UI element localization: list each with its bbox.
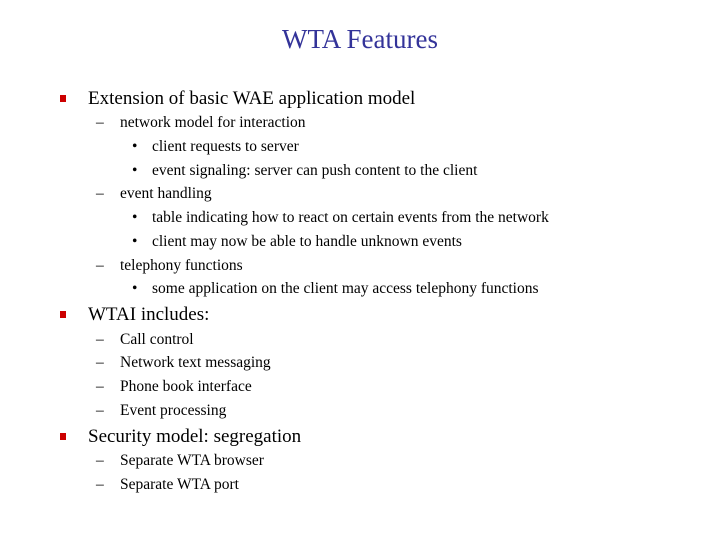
bullet-text: Extension of basic WAE application model — [88, 88, 416, 109]
sub-sub-bullet-text: table indicating how to react on certain… — [152, 209, 549, 226]
sub-bullet: – Separate WTA port — [96, 476, 239, 494]
sub-bullet-text: Phone book interface — [120, 378, 252, 395]
sub-bullet-text: Event processing — [120, 402, 227, 419]
dot-icon: • — [132, 162, 138, 179]
dash-icon: – — [96, 185, 104, 202]
square-bullet-icon — [60, 311, 66, 318]
dot-icon: • — [132, 280, 138, 297]
dash-icon: – — [96, 331, 104, 348]
sub-sub-bullet: • event signaling: server can push conten… — [132, 162, 478, 180]
bullet-text: Security model: segregation — [88, 426, 302, 447]
bullet-security-model: Security model: segregation — [60, 426, 302, 448]
square-bullet-icon — [60, 95, 66, 102]
square-bullet-icon — [60, 433, 66, 440]
sub-sub-bullet-text: event signaling: server can push content… — [152, 162, 478, 179]
sub-sub-bullet: • client may now be able to handle unknow… — [132, 233, 462, 251]
sub-sub-bullet: • client requests to server — [132, 138, 299, 156]
sub-bullet: – network model for interaction — [96, 114, 306, 132]
sub-bullet-text: event handling — [120, 185, 212, 202]
dash-icon: – — [96, 402, 104, 419]
bullet-text: WTAI includes: — [88, 304, 210, 325]
sub-bullet-text: Separate WTA port — [120, 476, 239, 493]
sub-bullet-text: Call control — [120, 331, 194, 348]
dash-icon: – — [96, 354, 104, 371]
bullet-wtai-includes: WTAI includes: — [60, 304, 210, 326]
sub-bullet-text: Separate WTA browser — [120, 452, 264, 469]
dash-icon: – — [96, 378, 104, 395]
sub-sub-bullet-text: client requests to server — [152, 138, 299, 155]
bullet-wae-extension: Extension of basic WAE application model — [60, 88, 416, 110]
sub-sub-bullet-text: client may now be able to handle unknown… — [152, 233, 462, 250]
sub-bullet-text: Network text messaging — [120, 354, 271, 371]
dot-icon: • — [132, 138, 138, 155]
dash-icon: – — [96, 452, 104, 469]
dash-icon: – — [96, 114, 104, 131]
sub-sub-bullet: • table indicating how to react on certai… — [132, 209, 549, 227]
sub-bullet: – Network text messaging — [96, 354, 271, 372]
dash-icon: – — [96, 257, 104, 274]
sub-bullet: – Separate WTA browser — [96, 452, 264, 470]
dot-icon: • — [132, 209, 138, 226]
sub-bullet: – Event processing — [96, 402, 227, 420]
sub-sub-bullet: • some application on the client may acce… — [132, 280, 539, 298]
dot-icon: • — [132, 233, 138, 250]
sub-bullet: – telephony functions — [96, 257, 243, 275]
sub-bullet: – event handling — [96, 185, 212, 203]
slide-title: WTA Features — [281, 24, 439, 54]
sub-sub-bullet-text: some application on the client may acces… — [152, 280, 539, 297]
dash-icon: – — [96, 476, 104, 493]
sub-bullet: – Phone book interface — [96, 378, 252, 396]
sub-bullet: – Call control — [96, 331, 194, 349]
sub-bullet-text: telephony functions — [120, 257, 243, 274]
sub-bullet-text: network model for interaction — [120, 114, 306, 131]
